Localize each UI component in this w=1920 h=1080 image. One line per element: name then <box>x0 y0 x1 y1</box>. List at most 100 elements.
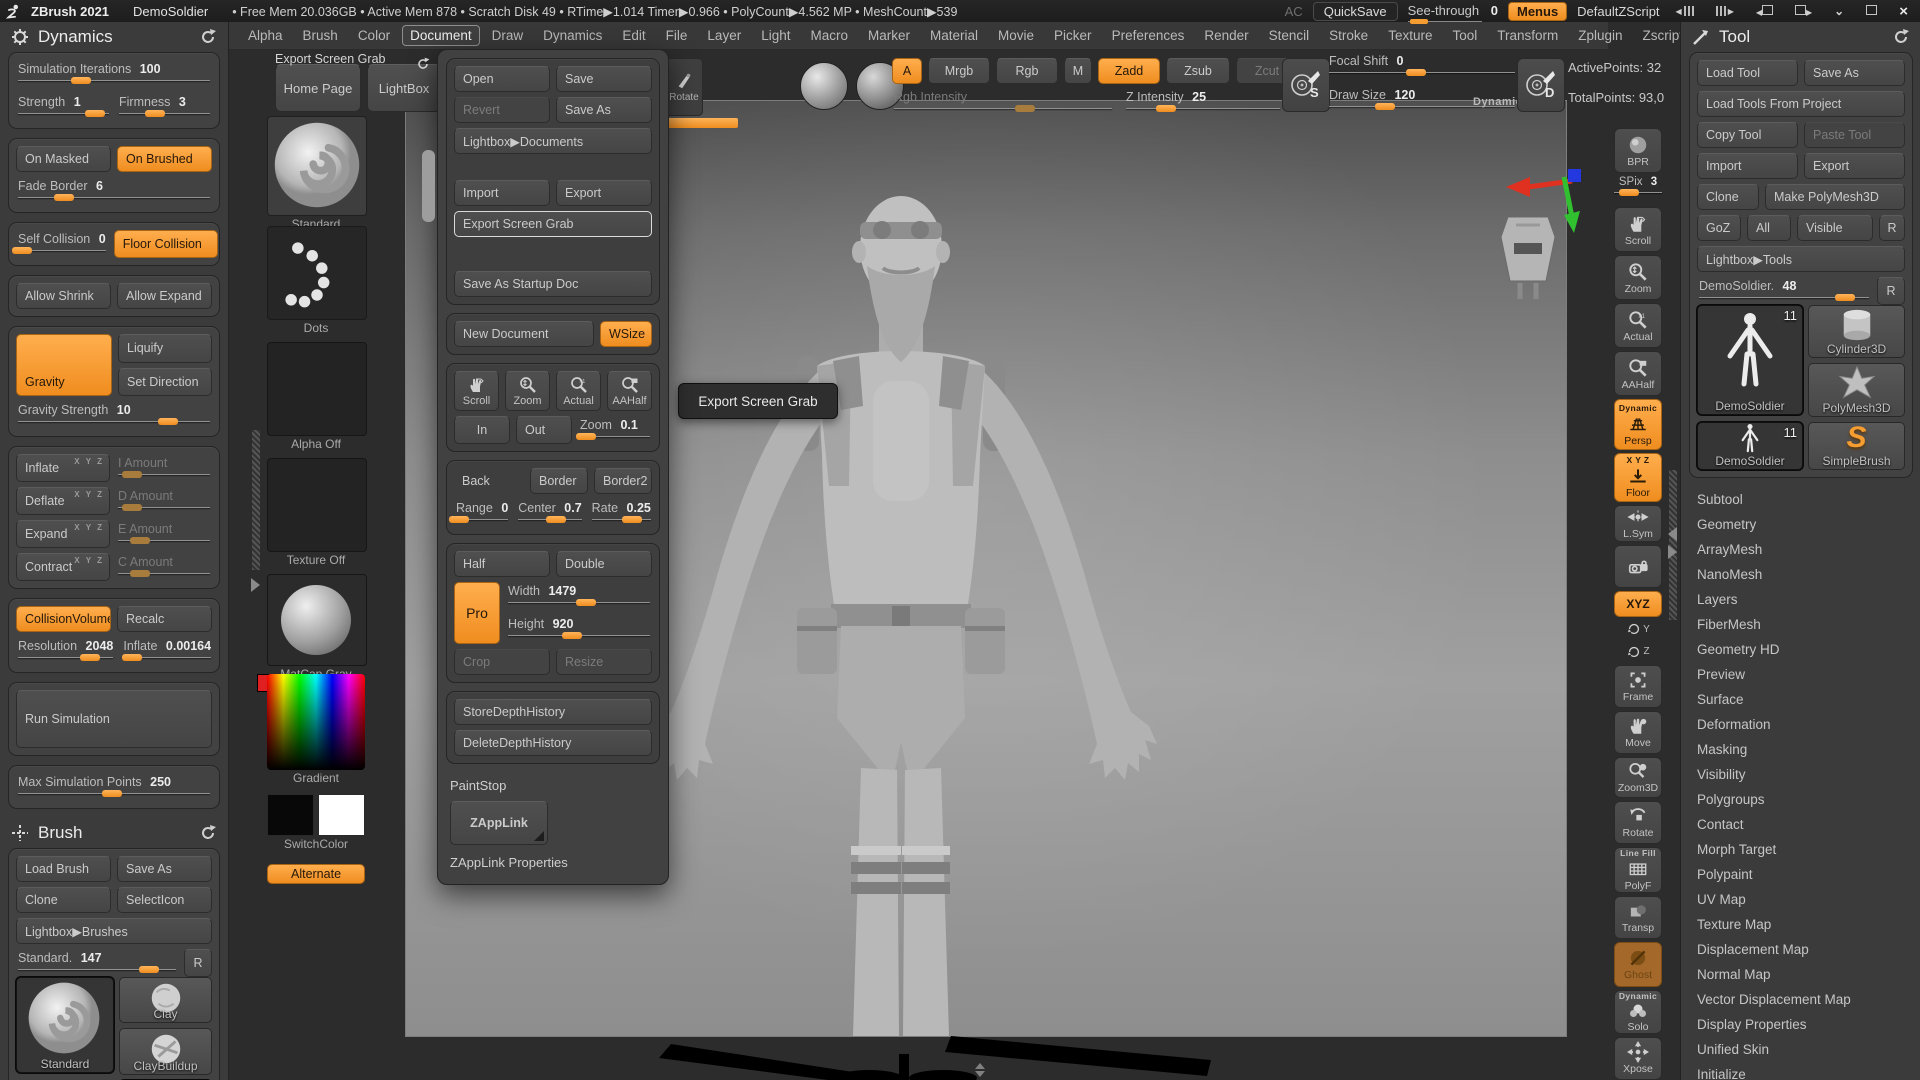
scroll-up-icon[interactable] <box>975 1063 985 1069</box>
canvas-scroll-arrows[interactable] <box>975 1063 985 1077</box>
brush-load-brush-button[interactable]: Load Brush <box>16 856 111 882</box>
shelf-bpr-button[interactable]: BPR <box>1614 128 1662 174</box>
dynamics-e-amount-handle[interactable] <box>130 537 151 544</box>
mode-m-button[interactable]: M <box>1064 58 1092 84</box>
tool-section-visibility[interactable]: Visibility <box>1681 762 1920 787</box>
transform-rotate-button[interactable]: Rotate <box>665 58 703 116</box>
menu-item-texture[interactable]: Texture <box>1380 25 1440 46</box>
zscript-name[interactable]: DefaultZScript <box>1577 4 1659 19</box>
dynamics-on-brushed-button[interactable]: On Brushed <box>117 146 212 172</box>
menu-restore-icon[interactable] <box>415 56 431 72</box>
menu-item-macro[interactable]: Macro <box>802 25 856 46</box>
shelf-floor-button[interactable]: X Y Z Floor <box>1614 452 1662 502</box>
tool-section-surface[interactable]: Surface <box>1681 687 1920 712</box>
shelf-move-button[interactable]: Move <box>1614 710 1662 754</box>
dynamics-i-amount-slider[interactable]: I Amount <box>116 454 212 482</box>
dynamics-max-simulation-points-handle[interactable] <box>102 790 123 797</box>
shelf-camlock-button[interactable] <box>1614 545 1662 589</box>
shelf-zoom3d-button[interactable]: Zoom3D <box>1614 756 1662 798</box>
dynamics-i-amount-handle[interactable] <box>121 471 142 478</box>
tool-visible-button[interactable]: Visible <box>1797 215 1873 241</box>
mode-zadd-button[interactable]: Zadd <box>1098 58 1160 84</box>
see-through-slider[interactable]: See-through 0 <box>1407 3 1498 24</box>
dynamics-strength-handle[interactable] <box>85 110 106 117</box>
tool-section-display-properties[interactable]: Display Properties <box>1681 1012 1920 1037</box>
docmenu-width-handle[interactable] <box>576 599 597 606</box>
refresh-icon[interactable] <box>198 823 218 843</box>
docmenu-zoom-slider[interactable]: Zoom 0.1 <box>575 416 652 444</box>
brush-selecticon-button[interactable]: SelectIcon <box>117 887 212 913</box>
menu-item-picker[interactable]: Picker <box>1046 25 1100 46</box>
tool-section-polygroups[interactable]: Polygroups <box>1681 787 1920 812</box>
docmenu-pro-button[interactable]: Pro <box>454 582 500 644</box>
current-texture[interactable]: Texture Off <box>267 458 367 567</box>
menu-item-marker[interactable]: Marker <box>860 25 918 46</box>
dynamics-strength-slider[interactable]: Strength 1 <box>16 93 111 121</box>
docmenu-open-button[interactable]: Open <box>454 66 550 92</box>
tool-section-masking[interactable]: Masking <box>1681 737 1920 762</box>
current-brush[interactable]: Standard <box>267 116 367 231</box>
tool-section-polypaint[interactable]: Polypaint <box>1681 862 1920 887</box>
brush-standard-handle[interactable] <box>139 966 160 973</box>
tool-section-normal-map[interactable]: Normal Map <box>1681 962 1920 987</box>
dynamics-allow-expand-button[interactable]: Allow Expand <box>117 283 212 309</box>
dynamics-contract-button[interactable]: Contract X Y Z <box>16 553 110 581</box>
docmenu-wsize-button[interactable]: WSize <box>600 321 652 347</box>
docmenu-import-button[interactable]: Import <box>454 180 550 206</box>
menu-item-brush[interactable]: Brush <box>295 25 346 46</box>
tool-section-fibermesh[interactable]: FiberMesh <box>1681 612 1920 637</box>
dynamics-deflate-button[interactable]: Deflate X Y Z <box>16 487 110 515</box>
dynamics-gravity-strength-slider[interactable]: Gravity Strength 10 <box>16 401 212 429</box>
tool-section-subtool[interactable]: Subtool <box>1681 487 1920 512</box>
docmenu-save-as-button[interactable]: Save As <box>556 97 652 123</box>
dynamics-fade-border-handle[interactable] <box>54 194 75 201</box>
quicksave-button[interactable]: QuickSave <box>1312 1 1398 21</box>
menu-item-edit[interactable]: Edit <box>614 25 653 46</box>
dynamics-inflate-slider[interactable]: Inflate 0.00164 <box>121 637 213 665</box>
tool-section-deformation[interactable]: Deformation <box>1681 712 1920 737</box>
orientation-gnomon[interactable] <box>1476 165 1586 310</box>
tool-section-texture-map[interactable]: Texture Map <box>1681 912 1920 937</box>
menu-item-transform[interactable]: Transform <box>1489 25 1566 46</box>
docmenu-range-slider[interactable]: Range 0 <box>448 499 510 527</box>
mode-a-button[interactable]: A <box>892 58 922 84</box>
brush-lightbox-brushes-button[interactable]: Lightbox▶Brushes <box>16 918 212 944</box>
dynamics-inflate-button[interactable]: Inflate X Y Z <box>16 454 110 482</box>
right-divider-arr-l[interactable] <box>1668 527 1677 541</box>
current-stroke[interactable]: Dots <box>267 226 367 335</box>
menu-item-draw[interactable]: Draw <box>484 25 532 46</box>
tool-thumb-simplebrush[interactable]: S SimpleBrush <box>1808 422 1905 470</box>
brush-standard-slider[interactable]: Standard. 147 <box>16 949 178 977</box>
tool-thumb-demosoldier[interactable]: 11 DemoSoldier <box>1697 305 1803 415</box>
docmenu-export-button[interactable]: Export <box>556 180 652 206</box>
shelf-solo-button[interactable]: Dynamic Solo <box>1614 989 1662 1034</box>
tool-demosoldier-slider[interactable]: DemoSoldier. 48 <box>1697 277 1871 305</box>
shelf-persp-button[interactable]: Dynamic Persp <box>1614 399 1662 450</box>
cascade-left-icon[interactable]: ◀ <box>1750 4 1779 18</box>
xyz-modifiers[interactable]: X Y Z <box>74 556 104 565</box>
mode-mrgb-button[interactable]: Mrgb <box>928 58 990 84</box>
menu-item-movie[interactable]: Movie <box>990 25 1042 46</box>
secondary-color-swatch[interactable] <box>318 794 365 836</box>
menu-item-document[interactable]: Document <box>402 25 480 46</box>
alternate-button[interactable]: Alternate <box>267 864 365 884</box>
dynamics-e-amount-slider[interactable]: E Amount <box>116 520 212 548</box>
docmenu-lightbox-documents-button[interactable]: Lightbox▶Documents <box>454 128 652 154</box>
shelf-actual-button[interactable]: x1 Actual <box>1614 303 1662 349</box>
dynamics-max-simulation-points-slider[interactable]: Max Simulation Points 250 <box>16 773 212 801</box>
shelf-transp-button[interactable]: Transp <box>1614 895 1662 939</box>
tool-import-button[interactable]: Import <box>1697 153 1798 179</box>
dynamics-set-direction-button[interactable]: Set Direction <box>118 367 212 396</box>
toolbar-draw-size-handle[interactable] <box>1374 103 1395 110</box>
color-picker[interactable]: Gradient <box>257 674 365 785</box>
stroke-curve-badge[interactable]: S <box>1282 58 1330 112</box>
tool-section-contact[interactable]: Contact <box>1681 812 1920 837</box>
menu-item-alpha[interactable]: Alpha <box>240 25 291 46</box>
menu-item-light[interactable]: Light <box>753 25 798 46</box>
dynamics-fade-border-slider[interactable]: Fade Border 6 <box>16 177 212 205</box>
menu-item-color[interactable]: Color <box>350 25 398 46</box>
docmenu-rate-handle[interactable] <box>621 516 642 523</box>
main-color-swatch[interactable] <box>267 794 314 836</box>
toolbar-rgb-intensity-slider[interactable]: Rgb Intensity <box>892 88 1114 116</box>
shelf-polyf-button[interactable]: Line Fill PolyF <box>1614 846 1662 893</box>
